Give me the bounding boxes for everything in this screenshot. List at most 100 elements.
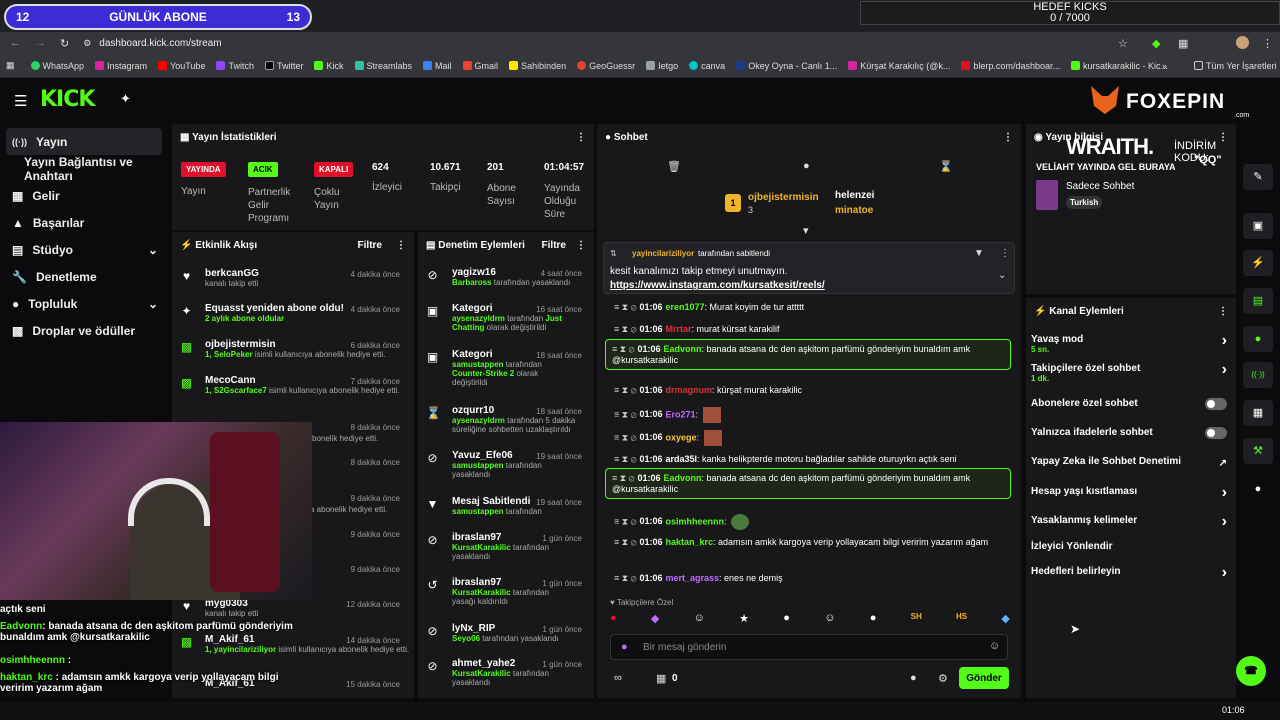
hamburger-menu-icon[interactable]: ☰ xyxy=(14,92,27,110)
mod-actions-icon[interactable]: ≡ ⧗ ⊘ xyxy=(614,302,636,312)
bookmark[interactable]: blerp.com/dashboar... xyxy=(961,61,1060,71)
mod-item[interactable]: ▼ Mesaj Sabitlendi samustappen tarafından 1… xyxy=(418,496,594,516)
message-username[interactable]: osimhheennn xyxy=(665,516,724,526)
nav-gelir[interactable]: ▦ Gelir xyxy=(0,182,170,209)
mod-actions-icon[interactable]: ≡ ⧗ ⊘ xyxy=(614,432,636,442)
chat-message[interactable]: ≡ ⧗ ⊘ 01:06 eren1077: Murat koyim de tur a… xyxy=(614,302,1010,313)
channel-action-item[interactable]: Yasaklanmış kelimeler › xyxy=(1031,513,1227,530)
mod-actions-icon[interactable]: ≡ ⧗ ⊘ xyxy=(614,409,636,419)
activity-item[interactable]: ✦ Equasst yeniden abone oldu! 2 aylık abon… xyxy=(172,303,412,323)
emote-icon[interactable]: ● xyxy=(870,612,877,630)
emote-icon[interactable]: ◆ xyxy=(651,612,659,630)
mod-item[interactable]: ⌛ ozqurr10 aysenazyldrm tarafından 5 dakik… xyxy=(418,405,594,434)
collapse-icon[interactable]: ⌄ xyxy=(998,270,1006,281)
mod-actions-icon[interactable]: ≡ ⧗ ⊘ xyxy=(614,516,636,526)
nav-basarilar[interactable]: ▲ Başarılar xyxy=(0,209,170,236)
emote-icon[interactable]: ★ xyxy=(739,612,749,630)
mod-item[interactable]: ⊘ lyNx_RIP Seyo06 tarafından yasaklandı 1 g… xyxy=(418,623,594,643)
chat-message[interactable]: ≡ ⧗ ⊘ 01:06 drmagnum: kürşat murat karakil… xyxy=(614,385,1010,396)
nav-topluluk[interactable]: ● Topluluk ⌄ xyxy=(0,290,170,317)
channel-action-item[interactable]: Hesap yaşı kısıtlaması › xyxy=(1031,484,1227,501)
mod-item[interactable]: ▣ Kategori samustappen tarafından Counter-… xyxy=(418,349,594,387)
bookmark[interactable]: kursatkarakilic - Kic... xyxy=(1070,61,1168,71)
mod-actions-icon[interactable]: ≡ ⧗ ⊘ xyxy=(614,385,636,395)
mod-item[interactable]: ↺ ibraslan97 KursatKarakilic tarafından ya… xyxy=(418,577,594,606)
screen-icon[interactable]: ▣ xyxy=(1243,213,1273,239)
message-username[interactable]: arda35l xyxy=(665,454,697,464)
emote-icon[interactable]: ● xyxy=(783,612,790,630)
extensions-icon[interactable]: ▦ xyxy=(1178,37,1188,50)
send-button[interactable]: Gönder xyxy=(959,667,1009,689)
mod-actions-icon[interactable]: ≡ ⧗ ⊘ xyxy=(614,573,636,583)
bookmark-star-icon[interactable]: ☆ xyxy=(1118,37,1128,50)
mod-actions-icon[interactable]: ≡ ⧗ ⊘ xyxy=(612,473,634,483)
points-icon[interactable]: ∞ xyxy=(614,672,622,684)
message-username[interactable]: mert_agrass xyxy=(665,573,719,583)
more-icon[interactable]: ⋮ xyxy=(1000,248,1010,259)
more-icon[interactable]: ⋮ xyxy=(576,132,586,143)
message-username[interactable]: eren1077 xyxy=(665,302,704,312)
community-icon[interactable]: ● xyxy=(1243,476,1273,502)
channel-action-item[interactable]: Yapay Zeka ile Sohbet Denetimi ↗ xyxy=(1031,456,1227,469)
scroll-down-icon[interactable]: ▾ xyxy=(803,224,809,237)
chat-input[interactable]: ● Bir mesaj gönderin ☺ xyxy=(610,634,1008,660)
channel-action-item[interactable]: Yalnızca ifadelerle sohbet xyxy=(1031,427,1227,439)
mod-item[interactable]: ▣ Kategori aysenazyldrm tarafından Just Ch… xyxy=(418,303,594,332)
mod-item[interactable]: ⊘ ibraslan97 KursatKarakilic tarafından ya… xyxy=(418,532,594,561)
chat-icon[interactable]: ● xyxy=(1243,326,1273,352)
chat-message[interactable]: ≡ ⧗ ⊘ 01:06 Eadvonn: banada atsana dc den … xyxy=(605,468,1011,499)
store-icon[interactable]: ▦ xyxy=(656,672,666,685)
bookmark[interactable]: YouTube xyxy=(158,61,205,71)
bookmark[interactable]: Gmail xyxy=(462,61,498,71)
chat-message[interactable]: ≡ ⧗ ⊘ 01:06 Ero271: xyxy=(614,407,1010,423)
apps-grid-icon[interactable]: ▦ xyxy=(6,60,15,71)
activity-item[interactable]: ▩ ojbejistermisin 1, SeloPeker isimli kull… xyxy=(172,339,412,359)
toggle-switch[interactable] xyxy=(1205,427,1227,439)
pinned-link[interactable]: https://www.instagram.com/kursatkesit/re… xyxy=(610,280,825,291)
message-username[interactable]: drmagnum xyxy=(665,385,712,395)
bookmark[interactable]: Mail xyxy=(423,61,452,71)
toggle-switch[interactable] xyxy=(1205,398,1227,410)
chat-message[interactable]: ≡ ⧗ ⊘ 01:06 haktan_krc: adamsın amkk kargo… xyxy=(614,537,1010,548)
chat-bubble-icon[interactable]: ● xyxy=(803,160,810,172)
extension-shield-icon[interactable]: ◆ xyxy=(1152,37,1160,50)
unpin-icon[interactable]: ▼ xyxy=(974,248,984,259)
forward-icon[interactable]: → xyxy=(35,37,46,49)
nav-stream-key[interactable]: Yayın Bağlantısı ve Anahtarı xyxy=(0,155,170,183)
bookmark[interactable]: Kick xyxy=(314,61,344,71)
chat-message[interactable]: ≡ ⧗ ⊘ 01:06 mert_agrass: enes ne demiş xyxy=(614,573,1010,584)
all-bookmarks[interactable]: Tüm Yer İşaretleri xyxy=(1194,61,1277,71)
reload-icon[interactable]: ↻ xyxy=(60,37,69,50)
profile-avatar[interactable] xyxy=(1236,36,1249,49)
kick-logo[interactable]: KICK xyxy=(40,87,95,112)
emote-icon[interactable]: ◆ xyxy=(1001,612,1009,630)
chat-settings-bubble-icon[interactable]: ● xyxy=(910,672,917,684)
bookmark[interactable]: Ietgo xyxy=(646,61,678,71)
message-username[interactable]: oxyege xyxy=(665,432,696,442)
mod-actions-icon[interactable]: ≡ ⧗ ⊘ xyxy=(614,537,636,547)
edit-icon[interactable]: ✎ xyxy=(1243,164,1273,190)
emote-icon[interactable]: ☺ xyxy=(694,612,705,630)
wrench-icon[interactable]: ⚒ xyxy=(1243,438,1273,464)
message-username[interactable]: haktan_krc xyxy=(665,537,713,547)
bookmark[interactable]: Twitch xyxy=(216,61,254,71)
message-username[interactable]: Eadvonn xyxy=(663,344,701,354)
channel-action-item[interactable]: Abonelere özel sohbet xyxy=(1031,398,1227,410)
document-icon[interactable]: ▤ xyxy=(1243,288,1273,314)
broadcast-icon[interactable]: ((·)) xyxy=(1243,362,1273,388)
mod-item[interactable]: ⊘ ahmet_yahe2 KursatKarakilic tarafından y… xyxy=(418,658,594,687)
emote-icon[interactable]: HS xyxy=(956,612,967,630)
bookmark[interactable]: GeoGuessr xyxy=(577,61,635,71)
chat-message[interactable]: ≡ ⧗ ⊘ 01:06 osimhheennn: xyxy=(614,514,1010,530)
bookmark[interactable]: WhatsApp xyxy=(30,61,84,71)
more-icon[interactable]: ⋮ xyxy=(1218,306,1228,317)
mod-item[interactable]: ⊘ yagizw16 Barbaross tarafından yasaklandı… xyxy=(418,267,594,287)
settings-gear-icon[interactable]: ⚙ xyxy=(938,672,948,685)
help-button[interactable]: ☎ xyxy=(1236,656,1266,686)
bookmark[interactable]: Okey Oyna - Canlı 1... xyxy=(736,61,837,71)
bookmark[interactable]: Sahibinden xyxy=(509,61,566,71)
mod-item[interactable]: ⊘ Yavuz_Efe06 samustappen tarafından yasak… xyxy=(418,450,594,479)
hourglass-icon[interactable]: ⌛ xyxy=(939,160,953,173)
activity-item[interactable]: ♥ berkcanGG kanalı takip etti 4 dakika önce xyxy=(172,268,412,288)
chat-message[interactable]: ≡ ⧗ ⊘ 01:06 Eadvonn: banada atsana dc den … xyxy=(605,339,1011,370)
